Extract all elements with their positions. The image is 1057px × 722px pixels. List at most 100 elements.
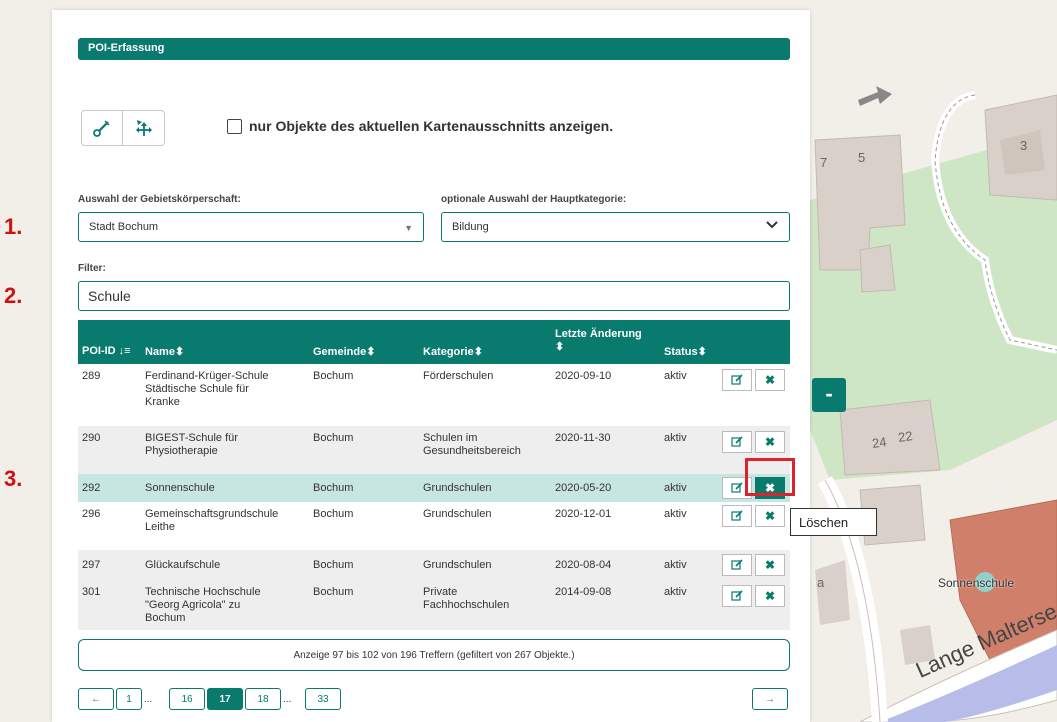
map-extent-checkbox-row[interactable]: nur Objekte des aktuellen Kartenausschni… xyxy=(227,118,613,134)
house-number-5: 5 xyxy=(858,150,866,165)
header-gemeinde[interactable]: Gemeinde⬍ xyxy=(313,345,375,358)
sort-icon: ⬍ xyxy=(174,346,185,358)
move-arrows-icon xyxy=(135,120,152,136)
kategorie-label: optionale Auswahl der Hauptkategorie: xyxy=(441,194,627,205)
edit-icon xyxy=(731,590,743,601)
cell-kategorie: Grundschulen xyxy=(423,482,492,494)
cell-poi-id: 296 xyxy=(82,508,101,520)
tool-group xyxy=(81,110,165,146)
cell-status: aktiv xyxy=(664,586,687,598)
table-info: Anzeige 97 bis 102 von 196 Treffern (gef… xyxy=(78,639,790,671)
cell-name: Sonnenschule xyxy=(145,482,215,494)
page-button[interactable]: 33 xyxy=(305,688,341,710)
header-name[interactable]: Name⬍ xyxy=(145,345,184,358)
header-poi-id[interactable]: POI-ID ↓≡ xyxy=(82,345,131,357)
annotation-2: 2. xyxy=(4,283,23,308)
sort-asc-icon: ↓≡ xyxy=(115,345,131,357)
cell-gemeinde: Bochum xyxy=(313,559,354,571)
annotation-3: 3. xyxy=(4,466,23,491)
next-page-button[interactable]: → xyxy=(752,688,788,710)
delete-tooltip: Löschen xyxy=(790,508,877,536)
cell-status: aktiv xyxy=(664,482,687,494)
delete-highlight-box xyxy=(745,458,795,496)
house-number-7: 7 xyxy=(820,155,828,170)
table-row: 290 BIGEST-Schule für Physiotherapie Boch… xyxy=(78,426,790,474)
delete-button[interactable]: ✖ xyxy=(755,431,785,453)
kategorie-select-value: Bildung xyxy=(452,221,489,233)
sort-icon: ⬍ xyxy=(697,346,707,358)
table-row: 297 Glückaufschule Bochum Grundschulen 2… xyxy=(78,550,790,580)
cell-name: Glückaufschule xyxy=(145,559,221,571)
pagination-ellipsis: ... xyxy=(144,694,153,705)
gebiet-label: Auswahl der Gebietskörperschaft: xyxy=(78,194,241,205)
house-number-22: 22 xyxy=(897,428,914,445)
poi-panel: POI-Erfassung nur Objekte des aktuellen … xyxy=(52,10,810,722)
cell-datum: 2020-09-10 xyxy=(555,370,612,382)
gebiet-select-value: Stadt Bochum xyxy=(89,221,159,233)
cell-datum: 2020-11-30 xyxy=(555,432,611,444)
zoom-out-button[interactable]: - xyxy=(812,378,846,412)
cell-status: aktiv xyxy=(664,432,687,444)
edit-button[interactable] xyxy=(722,431,752,453)
edit-button[interactable] xyxy=(722,554,752,576)
cell-kategorie: Förderschulen xyxy=(423,370,494,382)
header-kategorie[interactable]: Kategorie⬍ xyxy=(423,345,483,358)
cell-poi-id: 292 xyxy=(82,482,101,494)
delete-button[interactable]: ✖ xyxy=(755,369,785,391)
gebiet-select[interactable]: Stadt Bochum ▼ xyxy=(78,212,424,242)
page-button[interactable]: 1 xyxy=(116,688,142,710)
house-number-24: 24 xyxy=(871,434,888,451)
cell-poi-id: 289 xyxy=(82,370,101,382)
table-row: 292 Sonnenschule Bochum Grundschulen 202… xyxy=(78,474,790,502)
edit-button[interactable] xyxy=(722,369,752,391)
cell-status: aktiv xyxy=(664,370,687,382)
map-poi-label-sonnenschule[interactable]: Sonnenschule xyxy=(938,576,1014,590)
cell-gemeinde: Bochum xyxy=(313,482,354,494)
chevron-down-icon xyxy=(766,221,778,229)
cell-status: aktiv xyxy=(664,508,687,520)
table-header: POI-ID ↓≡ Name⬍ Gemeinde⬍ Kategorie⬍ Let… xyxy=(78,320,790,364)
table-row: 289 Ferdinand-Krüger-Schule Städtische Sc… xyxy=(78,364,790,426)
delete-button[interactable]: ✖ xyxy=(755,554,785,576)
page-button-active[interactable]: 17 xyxy=(207,688,243,710)
cell-kategorie: Grundschulen xyxy=(423,559,492,571)
cell-kategorie: Private Fachhochschulen xyxy=(423,586,510,611)
cell-status: aktiv xyxy=(664,559,687,571)
prev-page-button[interactable]: ← xyxy=(78,688,114,710)
move-poi-button[interactable] xyxy=(123,110,165,146)
map-extent-checkbox-label: nur Objekte des aktuellen Kartenausschni… xyxy=(249,118,614,134)
edit-button[interactable] xyxy=(722,505,752,527)
edit-icon xyxy=(731,510,743,521)
pencil-point-icon xyxy=(93,120,110,137)
edit-icon xyxy=(731,559,743,570)
filter-label: Filter: xyxy=(78,263,106,274)
header-status[interactable]: Status⬍ xyxy=(664,345,707,358)
panel-title: POI-Erfassung xyxy=(78,38,790,60)
cell-gemeinde: Bochum xyxy=(313,586,354,598)
cell-poi-id: 301 xyxy=(82,586,101,598)
delete-button[interactable]: ✖ xyxy=(755,585,785,607)
cell-kategorie: Grundschulen xyxy=(423,508,492,520)
annotation-1: 1. xyxy=(4,214,23,239)
draw-poi-button[interactable] xyxy=(81,110,123,146)
sort-icon: ⬍ xyxy=(555,341,565,353)
cell-name: BIGEST-Schule für Physiotherapie xyxy=(145,432,238,457)
kategorie-select[interactable]: Bildung xyxy=(441,212,790,242)
delete-button[interactable]: ✖ xyxy=(755,505,785,527)
edit-button[interactable] xyxy=(722,585,752,607)
filter-input[interactable]: Schule xyxy=(78,281,790,311)
page-button[interactable]: 16 xyxy=(169,688,205,710)
edit-icon xyxy=(731,482,743,493)
house-number-a: a xyxy=(817,575,825,590)
cell-kategorie: Schulen im Gesundheitsbereich xyxy=(423,432,521,457)
edit-icon xyxy=(731,436,743,447)
map-extent-checkbox[interactable] xyxy=(227,118,242,134)
page-button[interactable]: 18 xyxy=(245,688,281,710)
cell-name: Gemeinschaftsgrundschule Leithe xyxy=(145,508,279,533)
cell-gemeinde: Bochum xyxy=(313,432,354,444)
header-letzte-aenderung[interactable]: Letzte Änderung ⬍ xyxy=(555,328,642,353)
caret-down-icon: ▼ xyxy=(404,223,413,233)
sort-icon: ⬍ xyxy=(366,346,376,358)
table-row: 301 Technische Hochschule "Georg Agricola… xyxy=(78,580,790,630)
cell-datum: 2020-05-20 xyxy=(555,482,612,494)
